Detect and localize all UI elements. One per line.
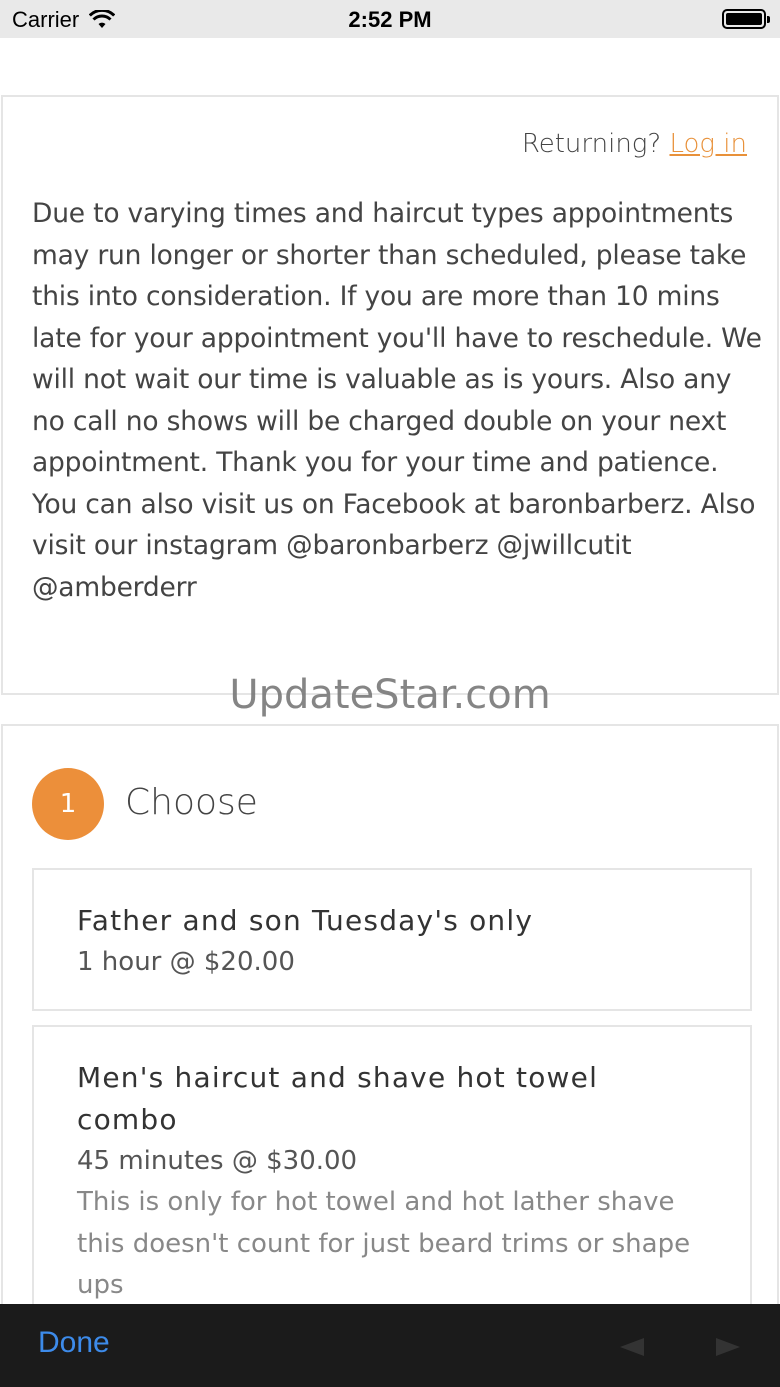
status-time: 2:52 PM	[348, 7, 432, 32]
service-duration-price: 1 hour @ $20.00	[77, 947, 295, 977]
status-bar: Carrier 2:52 PM	[0, 0, 780, 38]
step-title: Choose	[125, 782, 258, 823]
info-card: Returning? Log in Due to varying times a…	[1, 95, 779, 695]
service-option[interactable]: Father and son Tuesday's only 1 hour @ $…	[32, 868, 752, 1011]
service-option[interactable]: Men's haircut and shave hot towel combo …	[32, 1025, 752, 1345]
next-field-icon[interactable]	[716, 1338, 740, 1356]
step-number-badge: 1	[32, 768, 104, 840]
service-name: Father and son Tuesday's only	[77, 904, 534, 937]
returning-prompt: Returning? Log in	[522, 129, 747, 159]
login-link[interactable]: Log in	[669, 129, 747, 159]
done-button[interactable]: Done	[38, 1326, 110, 1360]
service-description: This is only for hot towel and hot lathe…	[77, 1187, 691, 1300]
battery-icon	[722, 9, 770, 29]
keyboard-accessory-bar: Done	[0, 1304, 780, 1387]
previous-field-icon[interactable]	[620, 1338, 644, 1356]
service-duration-price: 45 minutes @ $30.00	[77, 1146, 358, 1176]
status-right	[722, 9, 770, 29]
service-name: Men's haircut and shave hot towel combo	[77, 1061, 599, 1136]
returning-label: Returning?	[521, 129, 662, 159]
booking-notice: Due to varying times and haircut types a…	[32, 198, 762, 603]
choose-card: 1 Choose Father and son Tuesday's only 1…	[1, 724, 779, 1387]
watermark: UpdateStar.com	[229, 672, 551, 718]
